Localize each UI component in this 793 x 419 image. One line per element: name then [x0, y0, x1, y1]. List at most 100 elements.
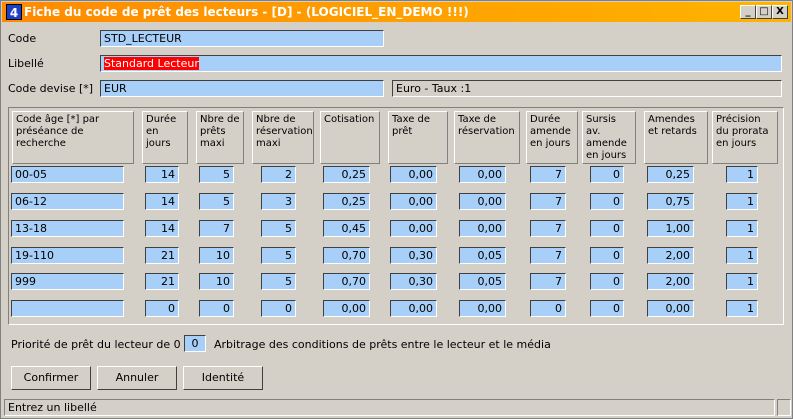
cell-duree-amende[interactable]: 7 — [530, 166, 566, 183]
cell-cotisation[interactable]: 0,00 — [323, 300, 370, 317]
code-input[interactable]: STD_LECTEUR — [100, 30, 384, 47]
cell-code-age[interactable]: 999 — [11, 273, 124, 290]
code-label: Code — [8, 32, 37, 45]
cell-nbre-reservations[interactable]: 2 — [261, 166, 296, 183]
cell-amendes[interactable]: 2,00 — [647, 247, 694, 264]
cell-taxe-reservation[interactable]: 0,05 — [459, 273, 506, 290]
cell-duree[interactable]: 14 — [145, 166, 179, 183]
cell-cotisation[interactable]: 0,25 — [323, 193, 370, 210]
devise-info: Euro - Taux :1 — [392, 80, 782, 97]
cell-amendes[interactable]: 0,00 — [647, 300, 694, 317]
cell-nbre-reservations[interactable]: 5 — [261, 220, 296, 237]
header-nbre-prets: Nbre de prêts maxi — [196, 111, 244, 164]
cell-nbre-prets[interactable]: 5 — [199, 166, 234, 183]
cell-cotisation[interactable]: 0,45 — [323, 220, 370, 237]
minimize-button[interactable]: _ — [740, 5, 756, 19]
cell-duree[interactable]: 14 — [145, 220, 179, 237]
cell-precision[interactable]: 1 — [726, 193, 758, 210]
header-taxe-reservation: Taxe de réservation — [454, 111, 520, 164]
cell-duree-amende[interactable]: 7 — [530, 220, 566, 237]
resize-grip[interactable] — [777, 399, 791, 416]
header-duree-amende: Durée amende en jours — [526, 111, 578, 164]
cell-nbre-reservations[interactable]: 0 — [261, 300, 296, 317]
header-sursis: Sursis av. amende en jours — [582, 111, 636, 164]
cell-taxe-reservation[interactable]: 0,00 — [459, 300, 506, 317]
cell-code-age[interactable] — [11, 300, 124, 317]
cell-sursis[interactable]: 0 — [590, 220, 624, 237]
maximize-button[interactable]: □ — [756, 5, 772, 19]
cell-taxe-pret[interactable]: 0,00 — [390, 193, 437, 210]
cell-nbre-reservations[interactable]: 5 — [261, 273, 296, 290]
cell-code-age[interactable]: 00-05 — [11, 166, 124, 183]
cell-precision[interactable]: 1 — [726, 220, 758, 237]
cell-duree[interactable]: 14 — [145, 193, 179, 210]
window-title: Fiche du code de prêt des lecteurs - [D]… — [24, 5, 469, 19]
cell-sursis[interactable]: 0 — [590, 247, 624, 264]
cell-amendes[interactable]: 2,00 — [647, 273, 694, 290]
cell-taxe-reservation[interactable]: 0,00 — [459, 220, 506, 237]
cell-taxe-pret[interactable]: 0,00 — [390, 220, 437, 237]
header-precision: Précision du prorata en jours — [712, 111, 778, 164]
cell-precision[interactable]: 1 — [726, 273, 758, 290]
priority-input[interactable]: 0 — [184, 335, 206, 352]
cell-taxe-reservation[interactable]: 0,00 — [459, 166, 506, 183]
header-duree: Durée en jours — [142, 111, 188, 164]
cell-taxe-pret[interactable]: 0,30 — [390, 273, 437, 290]
cell-nbre-prets[interactable]: 5 — [199, 193, 234, 210]
cell-code-age[interactable]: 13-18 — [11, 220, 124, 237]
cell-nbre-prets[interactable]: 7 — [199, 220, 234, 237]
confirm-button[interactable]: Confirmer — [11, 366, 91, 390]
cell-duree-amende[interactable]: 7 — [530, 247, 566, 264]
cell-sursis[interactable]: 0 — [590, 166, 624, 183]
cell-taxe-pret[interactable]: 0,00 — [390, 166, 437, 183]
cell-nbre-reservations[interactable]: 5 — [261, 247, 296, 264]
cell-duree[interactable]: 0 — [145, 300, 179, 317]
cell-duree[interactable]: 21 — [145, 247, 179, 264]
identity-button[interactable]: Identité — [183, 366, 263, 390]
cell-sursis[interactable]: 0 — [590, 273, 624, 290]
cell-taxe-reservation[interactable]: 0,05 — [459, 247, 506, 264]
cell-duree-amende[interactable]: 7 — [530, 273, 566, 290]
title-bar[interactable]: 4 Fiche du code de prêt des lecteurs - [… — [2, 2, 791, 22]
libelle-selected-text: Standard Lecteur — [104, 57, 199, 70]
loan-rules-grid: Code âge [*] par préséance de recherche … — [8, 107, 784, 325]
header-amendes: Amendes et retards — [644, 111, 708, 164]
header-taxe-pret: Taxe de prêt — [388, 111, 448, 164]
libelle-input[interactable]: Standard Lecteur — [100, 55, 782, 72]
cancel-button[interactable]: Annuler — [97, 366, 177, 390]
close-button[interactable]: X — [772, 5, 788, 19]
cell-taxe-pret[interactable]: 0,30 — [390, 247, 437, 264]
cell-duree[interactable]: 21 — [145, 273, 179, 290]
cell-nbre-prets[interactable]: 0 — [199, 300, 234, 317]
cell-precision[interactable]: 1 — [726, 247, 758, 264]
cell-duree-amende[interactable]: 7 — [530, 193, 566, 210]
cell-precision[interactable]: 1 — [726, 166, 758, 183]
cell-cotisation[interactable]: 0,25 — [323, 166, 370, 183]
devise-input[interactable]: EUR — [100, 80, 384, 97]
header-code-age: Code âge [*] par préséance de recherche — [12, 111, 134, 164]
window: 4 Fiche du code de prêt des lecteurs - [… — [0, 0, 793, 419]
priority-label: Priorité de prêt du lecteur de 0 à 2 — [11, 338, 202, 351]
libelle-label: Libellé — [8, 57, 44, 70]
header-nbre-reservations: Nbre de réservations maxi — [252, 111, 314, 164]
cell-sursis[interactable]: 0 — [590, 193, 624, 210]
cell-amendes[interactable]: 0,75 — [647, 193, 694, 210]
cell-sursis[interactable]: 0 — [590, 300, 624, 317]
cell-nbre-prets[interactable]: 10 — [199, 247, 234, 264]
cell-duree-amende[interactable]: 0 — [530, 300, 566, 317]
cell-amendes[interactable]: 0,25 — [647, 166, 694, 183]
cell-taxe-reservation[interactable]: 0,00 — [459, 193, 506, 210]
app-icon[interactable]: 4 — [6, 4, 22, 20]
cell-precision[interactable]: 1 — [726, 300, 758, 317]
cell-nbre-reservations[interactable]: 3 — [261, 193, 296, 210]
status-bar: Entrez un libellé — [4, 399, 775, 416]
cell-cotisation[interactable]: 0,70 — [323, 273, 370, 290]
cell-cotisation[interactable]: 0,70 — [323, 247, 370, 264]
priority-description: Arbitrage des conditions de prêts entre … — [214, 338, 551, 351]
cell-code-age[interactable]: 06-12 — [11, 193, 124, 210]
cell-code-age[interactable]: 19-110 — [11, 247, 124, 264]
cell-nbre-prets[interactable]: 10 — [199, 273, 234, 290]
cell-taxe-pret[interactable]: 0,00 — [390, 300, 437, 317]
header-cotisation: Cotisation — [320, 111, 380, 164]
cell-amendes[interactable]: 1,00 — [647, 220, 694, 237]
